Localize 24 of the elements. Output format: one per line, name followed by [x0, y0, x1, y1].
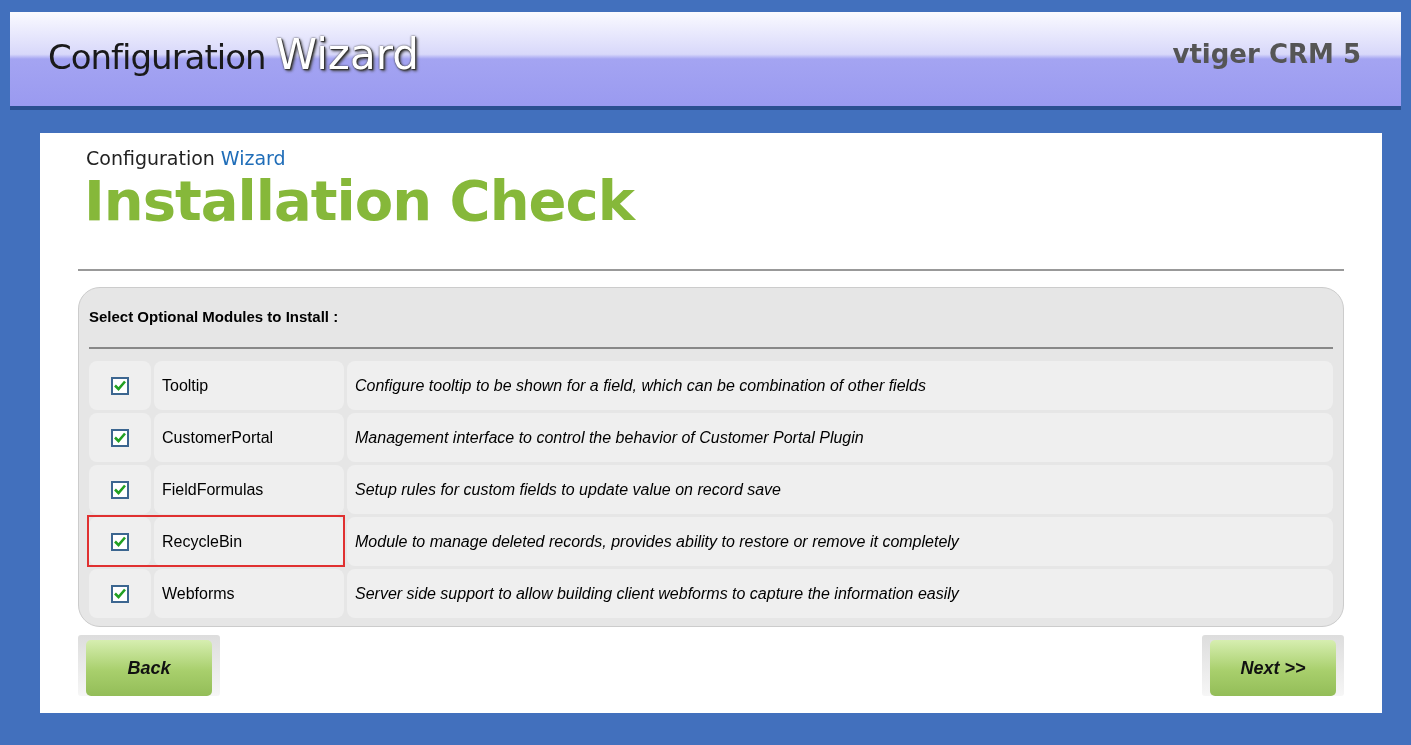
module-name: Tooltip [154, 361, 344, 410]
module-name: Webforms [154, 569, 344, 618]
header-title: Wizard [275, 29, 419, 79]
next-button[interactable]: Next >> [1210, 640, 1336, 696]
module-description: Module to manage deleted records, provides ability to restore or remove it completely [347, 517, 1333, 566]
checkbox[interactable] [111, 584, 129, 603]
checkbox[interactable] [111, 376, 129, 395]
module-description: Server side support to allow building client webforms to capture the information easily [347, 569, 1333, 618]
header-title: Configuration [48, 36, 266, 77]
subtitle: Configuration [86, 147, 215, 169]
checkbox[interactable] [111, 532, 129, 551]
page-title: Installation Check [83, 169, 637, 233]
checkbox[interactable] [111, 480, 129, 499]
module-name: FieldFormulas [154, 465, 344, 514]
module-name: CustomerPortal [154, 413, 344, 462]
module-description: Management interface to control the behavior of Customer Portal Plugin [347, 413, 1333, 462]
product-name: vtiger CRM 5 [1172, 39, 1361, 69]
back-button[interactable]: Back [86, 640, 212, 696]
panel-heading: Select Optional Modules to Install : [89, 288, 1333, 349]
module-description: Configure tooltip to be shown for a field, which can be combination of other fields [347, 361, 1333, 410]
checkbox[interactable] [111, 428, 129, 447]
module-name: RecycleBin [154, 517, 344, 566]
module-description: Setup rules for custom fields to update value on record save [347, 465, 1333, 514]
subtitle: Wizard [220, 147, 286, 169]
